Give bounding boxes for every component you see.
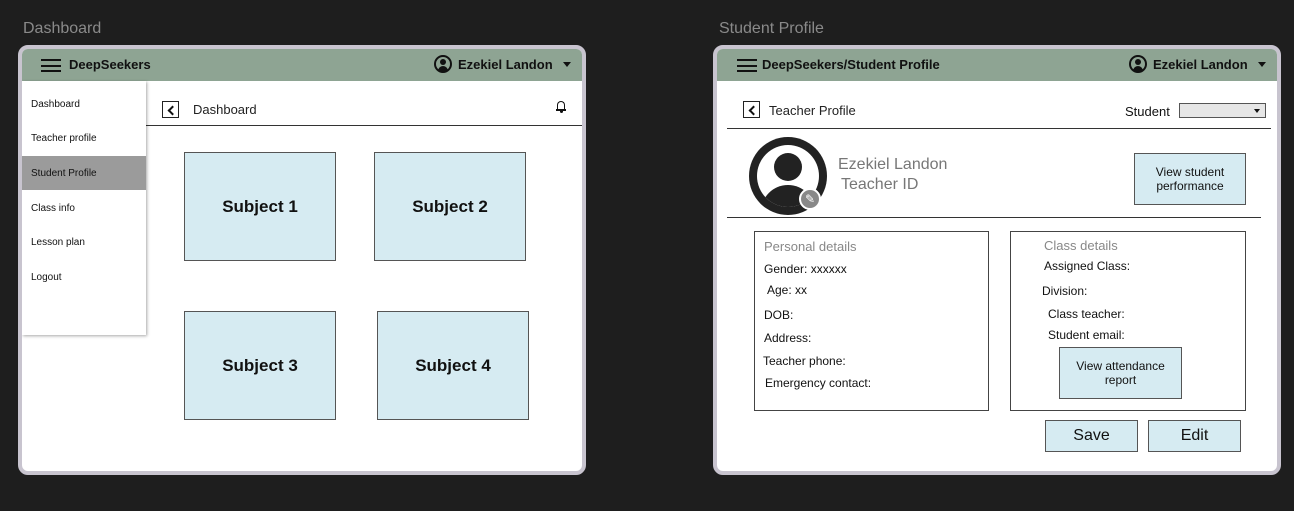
personal-field: Gender: xxxxxx [764, 262, 847, 276]
user-avatar-icon [1129, 55, 1147, 73]
edit-photo-icon[interactable]: ✎ [799, 188, 821, 210]
subject-tile-4[interactable]: Subject 4 [377, 311, 529, 420]
menu-icon[interactable] [737, 59, 757, 72]
class-details-panel: Class details Assigned Class: Division: … [1010, 231, 1246, 411]
save-button[interactable]: Save [1045, 420, 1138, 452]
class-field: Student email: [1048, 328, 1125, 342]
profile-device: DeepSeekers/Student Profile Ezekiel Land… [713, 45, 1281, 475]
back-button[interactable] [162, 101, 179, 118]
user-menu[interactable]: Ezekiel Landon [434, 55, 571, 73]
subject-tile-3[interactable]: Subject 3 [184, 311, 336, 420]
brand-name: DeepSeekers/Student Profile [762, 57, 940, 72]
class-field: Class teacher: [1048, 307, 1125, 321]
sidebar-item-logout[interactable]: Logout [22, 260, 146, 294]
personal-details-panel: Personal details Gender: xxxxxx Age: xx … [754, 231, 989, 411]
view-student-performance-button[interactable]: View student performance [1134, 153, 1246, 205]
breadcrumb: Teacher Profile [769, 103, 856, 118]
back-button[interactable] [743, 101, 760, 118]
edit-button[interactable]: Edit [1148, 420, 1241, 452]
bell-icon[interactable] [556, 99, 566, 113]
profile-teacher-id: Teacher ID [841, 176, 919, 193]
profile-frame-label: Student Profile [719, 20, 824, 37]
subject-tile-2[interactable]: Subject 2 [374, 152, 526, 261]
subject-tile-1[interactable]: Subject 1 [184, 152, 336, 261]
profile-topbar: DeepSeekers/Student Profile Ezekiel Land… [717, 49, 1277, 81]
sidebar-item-class-info[interactable]: Class info [22, 191, 146, 225]
class-details-heading: Class details [1044, 238, 1118, 253]
chevron-down-icon [562, 61, 571, 67]
personal-field: Teacher phone: [763, 354, 846, 368]
header-divider [727, 128, 1271, 129]
sidebar-item-dashboard[interactable]: Dashboard [22, 87, 146, 121]
menu-icon[interactable] [41, 59, 61, 72]
user-name: Ezekiel Landon [458, 56, 553, 72]
class-field: Division: [1042, 284, 1088, 298]
sidebar-item-lesson-plan[interactable]: Lesson plan [22, 225, 146, 259]
breadcrumb: Dashboard [193, 102, 257, 117]
dashboard-frame-label: Dashboard [23, 20, 102, 37]
view-attendance-report-button[interactable]: View attendance report [1059, 347, 1182, 399]
dashboard-topbar: DeepSeekers Ezekiel Landon [22, 49, 582, 81]
user-menu[interactable]: Ezekiel Landon [1129, 55, 1266, 73]
chevron-down-icon [1257, 61, 1266, 67]
sidebar-item-student-profile[interactable]: Student Profile [22, 156, 146, 190]
class-field: Assigned Class: [1044, 259, 1131, 273]
brand-name: DeepSeekers [69, 57, 151, 72]
personal-field: Address: [764, 331, 812, 345]
personal-field: DOB: [764, 308, 794, 322]
profile-name: Ezekiel Landon [838, 156, 948, 173]
profile-divider [727, 217, 1261, 218]
student-select[interactable] [1179, 103, 1266, 118]
user-avatar-icon [434, 55, 452, 73]
user-name: Ezekiel Landon [1153, 56, 1248, 72]
student-select-label: Student [1125, 104, 1170, 119]
sidebar: Dashboard Teacher profile Student Profil… [22, 81, 146, 335]
header-divider [146, 125, 582, 126]
dashboard-device: DeepSeekers Ezekiel Landon Dashboard Das… [18, 45, 586, 475]
personal-details-heading: Personal details [764, 239, 857, 254]
personal-field: Age: xx [767, 283, 808, 297]
sidebar-item-teacher-profile[interactable]: Teacher profile [22, 121, 146, 155]
personal-field: Emergency contact: [765, 376, 872, 390]
